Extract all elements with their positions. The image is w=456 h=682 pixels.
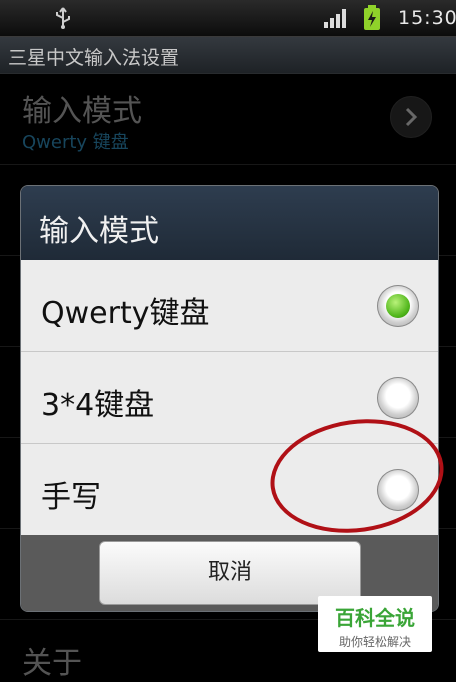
radio-button[interactable] (377, 377, 419, 419)
option-label: 手写 (41, 480, 101, 515)
option-label: 3*4键盘 (41, 388, 155, 423)
watermark-text: 百科全说 (335, 606, 415, 630)
app-title-bar: 三星中文输入法设置 (0, 37, 456, 74)
dialog-title: 输入模式 (39, 214, 159, 249)
status-bar: 15:30 (0, 0, 456, 37)
input-mode-dialog: 输入模式 Qwerty键盘 3*4键盘 手写 取消 (20, 185, 439, 612)
option-qwerty[interactable]: Qwerty键盘 (21, 260, 438, 352)
page-title: 三星中文输入法设置 (8, 47, 180, 69)
dialog-header: 输入模式 (21, 186, 438, 261)
watermark-logo: 百科全说 助你轻松解决 (318, 596, 432, 652)
signal-icon (324, 9, 346, 28)
clock: 15:30 (398, 7, 456, 29)
usb-icon (56, 7, 70, 29)
watermark-subtext: 助你轻松解决 (338, 635, 411, 649)
radio-button-selected[interactable] (377, 285, 419, 327)
battery-charging-icon (364, 5, 380, 30)
option-label: Qwerty键盘 (41, 296, 210, 331)
